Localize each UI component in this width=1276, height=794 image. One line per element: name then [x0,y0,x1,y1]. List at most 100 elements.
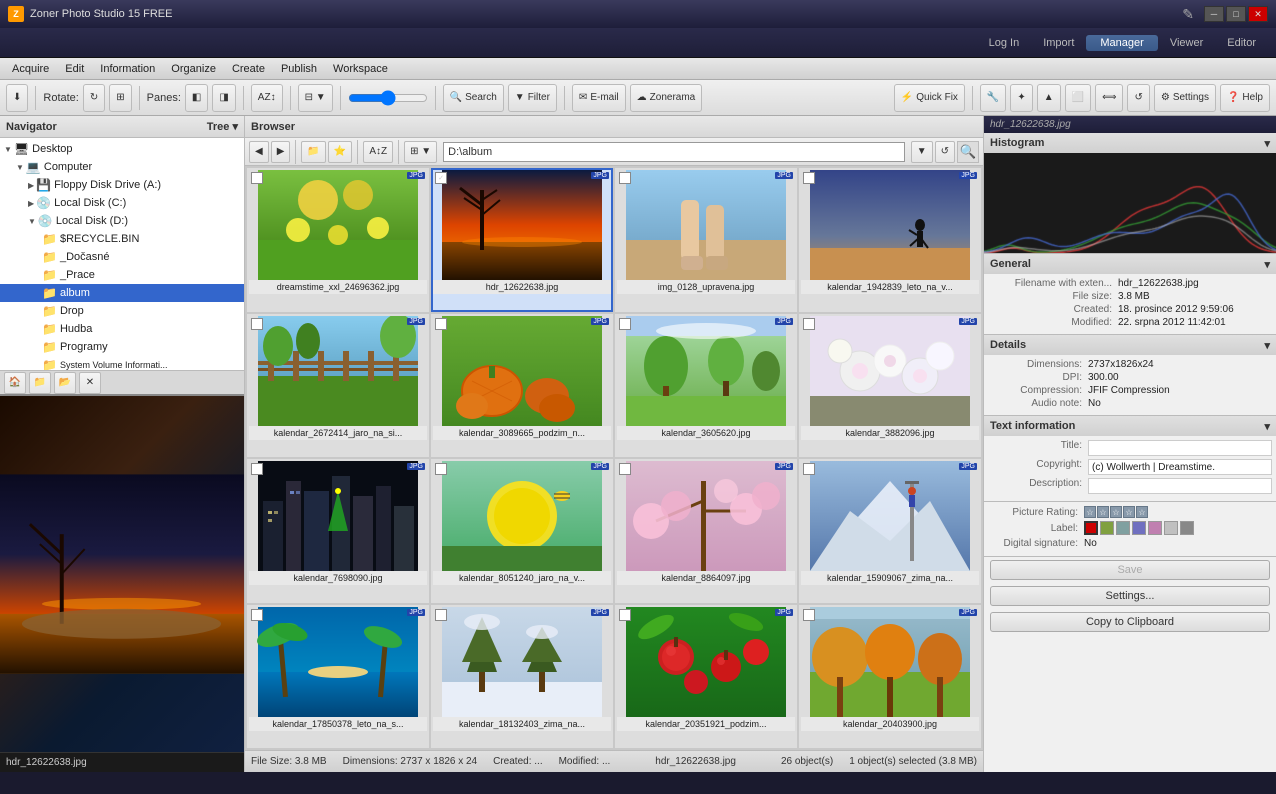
rotate-grid-button[interactable]: ⊞ [109,84,131,112]
thumbnail-14[interactable]: JPG kalendar_18132403_zima_na... [431,605,613,749]
tree-item-desktop[interactable]: ▼ 🖥 Desktop [0,140,244,158]
menu-acquire[interactable]: Acquire [4,61,57,77]
tree-item-drop[interactable]: 📁 Drop [0,302,244,320]
refresh-button[interactable]: ↺ [1127,84,1149,112]
color-blue[interactable] [1132,521,1146,535]
settings-button[interactable]: Settings... [990,586,1270,606]
editor-button[interactable]: Editor [1215,35,1268,51]
filter-button[interactable]: ▼ Filter [508,84,557,112]
tree-item-prace[interactable]: 📁 _Prace [0,266,244,284]
thumbnail-12[interactable]: JPG kalendar_15909067_zima_na... [799,459,981,603]
star-3[interactable]: ☆ [1110,506,1122,518]
histogram-collapse[interactable]: ▾ [1264,137,1270,150]
grid-view-button[interactable]: ⊞ ▼ [404,141,437,163]
histogram-header[interactable]: Histogram ▾ [984,133,1276,153]
compare-button[interactable]: ⟺ [1095,84,1123,112]
sort-button[interactable]: AZ↕ [251,84,283,112]
zoom-slider[interactable] [348,90,428,106]
rating-stars[interactable]: ☆ ☆ ☆ ☆ ☆ [1084,506,1148,518]
color-teal[interactable] [1116,521,1130,535]
help-button[interactable]: ❓ Help [1220,84,1270,112]
tree-item-locald[interactable]: ▼ 💿 Local Disk (D:) [0,212,244,230]
tree-item-recycle[interactable]: 📁 $RECYCLE.BIN [0,230,244,248]
color-silver[interactable] [1164,521,1178,535]
general-header[interactable]: General ▾ [984,254,1276,274]
menu-information[interactable]: Information [92,61,163,77]
menu-edit[interactable]: Edit [57,61,92,77]
text-info-input-description[interactable] [1088,478,1272,494]
tree-item-computer[interactable]: ▼ 💻 Computer [0,158,244,176]
panes-left-button[interactable]: ◧ [185,84,208,112]
color-red[interactable] [1084,521,1098,535]
sort-az-button[interactable]: A↕Z [363,141,393,163]
thumbnail-16[interactable]: JPG kalendar_20403900.jpg [799,605,981,749]
acquire-button[interactable]: ⬇ [6,84,28,112]
browser-search-button[interactable]: 🔍 [957,141,979,163]
save-button[interactable]: Save [990,560,1270,580]
triangle-button[interactable]: ▲ [1037,84,1061,112]
magic-button[interactable]: ✦ [1010,84,1032,112]
quick-fix-button[interactable]: ⚡ Quick Fix [894,84,965,112]
nav-btn-3[interactable]: 📂 [54,372,76,394]
tree-item-album[interactable]: 📁 album [0,284,244,302]
minimize-button[interactable]: ─ [1204,6,1224,22]
view-button[interactable]: ⊟ ▼ [298,84,333,112]
edit-icon[interactable]: ✎ [1182,6,1194,23]
forward-button[interactable]: ▶ [271,141,291,163]
settings-toolbar-button[interactable]: ⚙ Settings [1154,84,1216,112]
thumbnail-7[interactable]: JPG kalendar_3605620.jpg [615,314,797,458]
thumbnail-4[interactable]: JPG kalendar_1942839_leto_na_v... [799,168,981,312]
rotate-cw-button[interactable]: ↻ [83,84,105,112]
menu-workspace[interactable]: Workspace [325,61,396,77]
tree-item-sysvolinfo[interactable]: 📁 System Volume Informati... [0,356,244,370]
frame-button[interactable]: ⬜ [1065,84,1091,112]
thumbnail-11[interactable]: JPG kalendar_8864097.jpg [615,459,797,603]
tree-item-programy[interactable]: 📁 Programy [0,338,244,356]
star-2[interactable]: ☆ [1097,506,1109,518]
manager-button[interactable]: Manager [1086,35,1157,51]
thumbnail-15[interactable]: JPG kalendar_20351921_podzim... [615,605,797,749]
text-info-input-title[interactable] [1088,440,1272,456]
thumbnail-9[interactable]: JPG kalendar_7698090.jpg [247,459,429,603]
nav-btn-1[interactable]: 🏠 [4,372,26,394]
import-button[interactable]: Import [1031,35,1086,51]
text-info-input-copyright[interactable] [1088,459,1272,475]
email-button[interactable]: ✉ E-mail [572,84,626,112]
details-header[interactable]: Details ▾ [984,335,1276,355]
tools-button[interactable]: 🔧 [980,84,1006,112]
color-gray[interactable] [1180,521,1194,535]
general-collapse[interactable]: ▾ [1264,258,1270,271]
viewer-button[interactable]: Viewer [1158,35,1215,51]
maximize-button[interactable]: □ [1226,6,1246,22]
color-pink[interactable] [1148,521,1162,535]
tree-item-hudba[interactable]: 📁 Hudba [0,320,244,338]
menu-create[interactable]: Create [224,61,273,77]
thumbnail-8[interactable]: JPG kalendar_3882096.jpg [799,314,981,458]
path-dropdown[interactable]: ▼ [911,141,933,163]
thumbnail-2[interactable]: JPG ✓ hdr_12622638.jpg [431,168,613,312]
tree-item-floppy[interactable]: ▶ 💾 Floppy Disk Drive (A:) [0,176,244,194]
text-info-collapse[interactable]: ▾ [1264,420,1270,433]
star-5[interactable]: ☆ [1136,506,1148,518]
menu-organize[interactable]: Organize [163,61,224,77]
back-button[interactable]: ◀ [249,141,269,163]
panes-right-button[interactable]: ◨ [212,84,235,112]
text-info-header[interactable]: Text information ▾ [984,416,1276,436]
zonerama-button[interactable]: ☁ Zonerama [630,84,703,112]
star-4[interactable]: ☆ [1123,506,1135,518]
close-button[interactable]: ✕ [1248,6,1268,22]
details-collapse[interactable]: ▾ [1264,339,1270,352]
thumbnail-1[interactable]: JPG dreamstime_xxl_24696362.jpg [247,168,429,312]
star-folder-button[interactable]: ⭐ [328,141,352,163]
thumbnail-5[interactable]: JPG kalendar_2672414_jaro_na_si... [247,314,429,458]
star-1[interactable]: ☆ [1084,506,1096,518]
thumbnail-13[interactable]: JPG kalendar_17850378_leto_na_s... [247,605,429,749]
thumbnail-10[interactable]: JPG kalendar_8051240_jaro_na_v... [431,459,613,603]
menu-publish[interactable]: Publish [273,61,325,77]
tree-item-localc[interactable]: ▶ 💿 Local Disk (C:) [0,194,244,212]
folder-button[interactable]: 📁 [301,141,325,163]
nav-btn-4[interactable]: ✕ [79,372,101,394]
nav-btn-2[interactable]: 📁 [29,372,51,394]
login-button[interactable]: Log In [977,35,1032,51]
refresh-nav-button[interactable]: ↺ [935,141,955,163]
